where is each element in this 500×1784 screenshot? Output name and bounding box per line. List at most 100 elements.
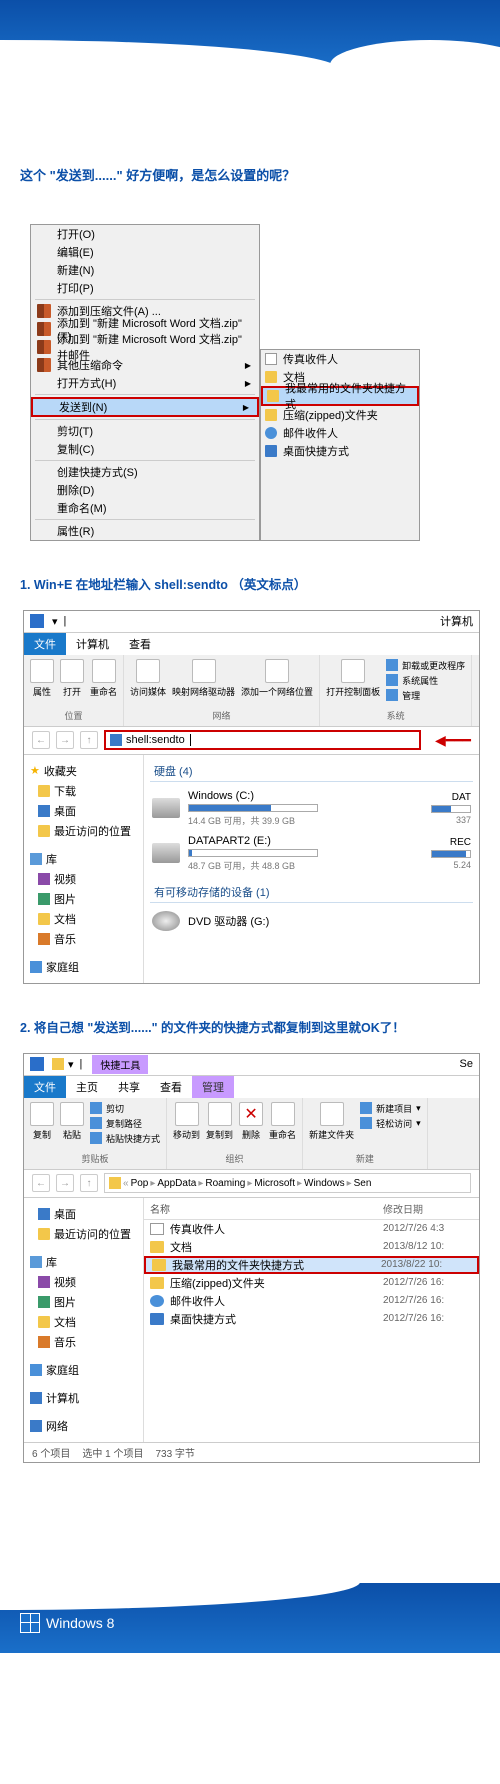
btn-rename[interactable]: 重命名 [269, 1102, 296, 1141]
sidebar-downloads[interactable]: 下载 [28, 781, 139, 801]
sidebar-recent[interactable]: 最近访问的位置 [28, 821, 139, 841]
submenu-item[interactable]: 邮件收件人 [261, 424, 419, 442]
ctx-item[interactable]: 其他压缩命令▶ [31, 356, 259, 374]
ctx-item[interactable]: 删除(D) [31, 481, 259, 499]
btn-media[interactable]: 访问媒体 [130, 659, 166, 698]
btn-copypath[interactable]: 复制路径 [90, 1117, 160, 1130]
drive-c[interactable]: Windows (C:) 14.4 GB 可用，共 39.9 GB DAT 33… [150, 786, 473, 831]
ctx-item[interactable]: 打开方式(H)▶ [31, 374, 259, 392]
btn-controlpanel[interactable]: 打开控制面板 [326, 659, 380, 698]
breadcrumb-item[interactable]: Sen [354, 1178, 372, 1189]
breadcrumb[interactable]: « Pop▸AppData▸Roaming▸Microsoft▸Windows▸… [104, 1173, 471, 1193]
btn-cut[interactable]: 剪切 [90, 1102, 160, 1115]
breadcrumb-item[interactable]: Windows [304, 1178, 345, 1189]
btn-manage[interactable]: 管理 [386, 689, 465, 702]
up-button[interactable]: ↑ [80, 731, 98, 749]
address-input[interactable]: shell:sendto [104, 730, 421, 750]
btn-paste[interactable]: 粘贴 [60, 1102, 84, 1141]
sidebar-pic[interactable]: 图片 [28, 1292, 139, 1312]
sidebar-homegroup[interactable]: 家庭组 [28, 957, 139, 977]
step1-text: 1. Win+E 在地址栏输入 shell:sendto （英文标点） [20, 576, 480, 595]
tab-manage[interactable]: 管理 [192, 1076, 234, 1098]
btn-moveto[interactable]: 移动到 [173, 1102, 200, 1141]
ctx-item[interactable]: 编辑(E) [31, 243, 259, 261]
sidebar-desktop[interactable]: 桌面 [28, 1204, 139, 1224]
forward-button[interactable]: → [56, 731, 74, 749]
btn-open[interactable]: 打开 [60, 659, 84, 698]
ctx-item[interactable]: 重命名(M) [31, 499, 259, 517]
sidebar-video[interactable]: 视频 [28, 1272, 139, 1292]
btn-netdrive[interactable]: 映射网络驱动器 [172, 659, 235, 698]
up-button[interactable]: ↑ [80, 1174, 98, 1192]
breadcrumb-item[interactable]: Pop [131, 1178, 149, 1189]
back-button[interactable]: ← [32, 731, 50, 749]
submenu-item[interactable]: 桌面快捷方式 [261, 442, 419, 460]
tab-view[interactable]: 查看 [150, 1076, 192, 1098]
btn-addnet[interactable]: 添加一个网络位置 [241, 659, 313, 698]
tab-computer[interactable]: 计算机 [66, 633, 119, 655]
btn-rename[interactable]: 重命名 [90, 659, 117, 698]
btn-copy[interactable]: 复制 [30, 1102, 54, 1141]
btn-copyto[interactable]: 复制到 [206, 1102, 233, 1141]
windows-logo: Windows 8 [20, 1613, 500, 1633]
group-hdd[interactable]: 硬盘 (4) [150, 761, 473, 782]
back-button[interactable]: ← [32, 1174, 50, 1192]
drive-dvd[interactable]: DVD 驱动器 (G:) [150, 907, 473, 935]
tab-file[interactable]: 文件 [24, 1076, 66, 1098]
file-row[interactable]: 文档2013/8/12 10: [144, 1238, 479, 1256]
ctx-item[interactable]: 添加到 "新建 Microsoft Word 文档.zip" 并邮件 [31, 338, 259, 356]
shortcut-tools-tab[interactable]: 快捷工具 [92, 1055, 148, 1074]
sidebar-desktop[interactable]: 桌面 [28, 801, 139, 821]
file-row[interactable]: 压缩(zipped)文件夹2012/7/26 16: [144, 1274, 479, 1292]
tab-share[interactable]: 共享 [108, 1076, 150, 1098]
btn-properties[interactable]: 属性 [30, 659, 54, 698]
sidebar-network[interactable]: 网络 [28, 1416, 139, 1436]
ctx-item[interactable]: 复制(C) [31, 440, 259, 458]
breadcrumb-item[interactable]: AppData [157, 1178, 196, 1189]
sidebar-doc[interactable]: 文档 [28, 909, 139, 929]
btn-newfolder[interactable]: 新建文件夹 [309, 1102, 354, 1141]
sidebar-video[interactable]: 视频 [28, 869, 139, 889]
group-removable[interactable]: 有可移动存储的设备 (1) [150, 882, 473, 903]
sidebar-recent[interactable]: 最近访问的位置 [28, 1224, 139, 1244]
breadcrumb-item[interactable]: Roaming [205, 1178, 245, 1189]
tab-file[interactable]: 文件 [24, 633, 66, 655]
ctx-item[interactable]: 打印(P) [31, 279, 259, 297]
sidebar-computer[interactable]: 计算机 [28, 1388, 139, 1408]
submenu-item[interactable]: 我最常用的文件夹快捷方式 [261, 386, 419, 406]
btn-sysprops[interactable]: 系统属性 [386, 674, 465, 687]
sidebar-pic[interactable]: 图片 [28, 889, 139, 909]
file-row[interactable]: 邮件收件人2012/7/26 16: [144, 1292, 479, 1310]
sidebar-favorites[interactable]: ★收藏夹 [28, 761, 139, 781]
sidebar-music[interactable]: 音乐 [28, 1332, 139, 1352]
drive-e[interactable]: DATAPART2 (E:) 48.7 GB 可用，共 48.8 GB REC … [150, 831, 473, 876]
ctx-item[interactable]: 剪切(T) [31, 422, 259, 440]
btn-uninstall[interactable]: 卸载或更改程序 [386, 659, 465, 672]
sidebar-homegroup[interactable]: 家庭组 [28, 1360, 139, 1380]
question-text: 这个 "发送到......" 好方便啊，是怎么设置的呢？ [20, 165, 480, 184]
tab-view[interactable]: 查看 [119, 633, 161, 655]
tab-home[interactable]: 主页 [66, 1076, 108, 1098]
ctx-item[interactable]: 发送到(N)▶ [31, 397, 259, 417]
btn-delete[interactable]: ✕删除 [239, 1102, 263, 1141]
btn-easyaccess[interactable]: 轻松访问▾ [360, 1117, 421, 1130]
sidebar-music[interactable]: 音乐 [28, 929, 139, 949]
btn-newitem[interactable]: 新建项目▾ [360, 1102, 421, 1115]
file-list: 名称 修改日期 传真收件人2012/7/26 4:3文档2013/8/12 10… [144, 1198, 479, 1442]
submenu-item[interactable]: 压缩(zipped)文件夹 [261, 406, 419, 424]
submenu-item[interactable]: 传真收件人 [261, 350, 419, 368]
file-row[interactable]: 桌面快捷方式2012/7/26 16: [144, 1310, 479, 1328]
breadcrumb-item[interactable]: Microsoft [254, 1178, 295, 1189]
sidebar-doc[interactable]: 文档 [28, 1312, 139, 1332]
forward-button[interactable]: → [56, 1174, 74, 1192]
sidebar-lib[interactable]: 库 [28, 849, 139, 869]
file-row[interactable]: 传真收件人2012/7/26 4:3 [144, 1220, 479, 1238]
ctx-item[interactable]: 打开(O) [31, 225, 259, 243]
sidebar-lib[interactable]: 库 [28, 1252, 139, 1272]
ctx-item[interactable]: 创建快捷方式(S) [31, 463, 259, 481]
ctx-item[interactable]: 新建(N) [31, 261, 259, 279]
ctx-item[interactable]: 属性(R) [31, 522, 259, 540]
red-arrow-icon: ◀━━━ [435, 732, 471, 749]
btn-pasteshort[interactable]: 粘贴快捷方式 [90, 1132, 160, 1145]
file-row[interactable]: 我最常用的文件夹快捷方式2013/8/22 10: [144, 1256, 479, 1274]
